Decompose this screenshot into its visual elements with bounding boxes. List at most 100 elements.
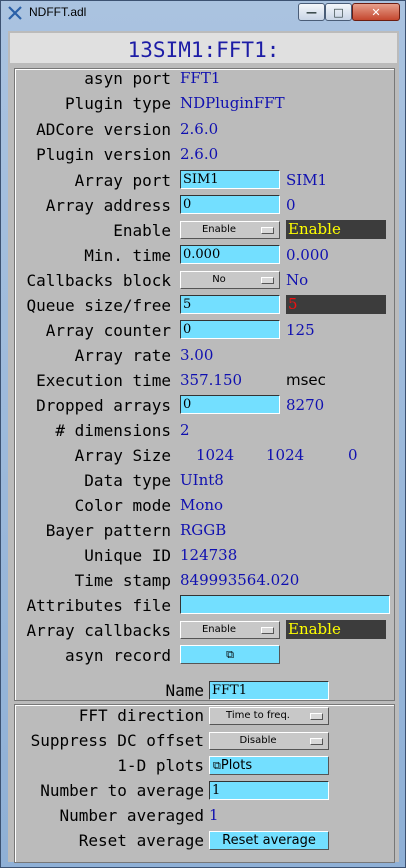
bayer-pattern-label: Bayer pattern: [45, 521, 171, 540]
maximize-button[interactable]: □: [325, 3, 352, 21]
page-title: 13SIM1:FFT1:: [127, 38, 280, 62]
array-callbacks-label: Array callbacks: [26, 621, 172, 640]
adcore-version-value: 2.6.0: [180, 120, 219, 138]
window: NDFFT.adl — □ ✕ 13SIM1:FFT1: asyn port F…: [0, 0, 406, 868]
two-overlapping-squares-icon: ⧉: [226, 648, 234, 661]
array-counter-readback: 125: [286, 321, 315, 339]
array-callbacks-readback: Enable: [286, 620, 386, 639]
plots-button[interactable]: ⧉Plots: [209, 756, 329, 775]
plugin-type-value: NDPluginFFT: [180, 94, 285, 112]
menu-arrow-icon: [310, 738, 323, 745]
minimize-icon: —: [306, 5, 317, 19]
array-port-label: Array port: [74, 171, 171, 190]
queue-free-readback: 5: [286, 295, 386, 314]
suppress-dc-menu-value: Disable: [239, 735, 277, 746]
fft-name-label: Name: [165, 681, 204, 700]
maximize-icon: □: [333, 5, 344, 19]
suppress-dc-label: Suppress DC offset: [30, 731, 204, 750]
menu-arrow-icon: [261, 627, 274, 634]
enable-readback: Enable: [286, 220, 386, 239]
dimensions-value: 2: [180, 421, 190, 439]
num-average-label: Number to average: [40, 781, 204, 800]
array-size-x: 1024: [196, 446, 235, 464]
dropped-arrays-label: Dropped arrays: [36, 396, 171, 415]
min-time-label: Min. time: [84, 246, 171, 265]
execution-time-unit: msec: [286, 371, 326, 389]
array-size-y: 1024: [266, 446, 305, 464]
array-address-label: Array address: [45, 196, 171, 215]
array-size-z: 0: [348, 446, 358, 464]
callbacks-block-label: Callbacks block: [26, 271, 172, 290]
array-size-label: Array Size: [74, 446, 171, 465]
color-mode-value: Mono: [180, 496, 224, 514]
close-button[interactable]: ✕: [352, 3, 400, 21]
data-type-label: Data type: [84, 471, 171, 490]
array-port-readback: SIM1: [286, 171, 328, 189]
color-mode-label: Color mode: [74, 496, 171, 515]
plugin-version-label: Plugin version: [36, 145, 171, 164]
asyn-port-value: FFT1: [180, 69, 221, 87]
num-averaged-value: 1: [209, 806, 219, 824]
dropped-arrays-input[interactable]: 0: [180, 395, 280, 414]
array-rate-label: Array rate: [74, 346, 171, 365]
title-bar[interactable]: NDFFT.adl — □ ✕: [1, 1, 405, 25]
two-overlapping-squares-icon: ⧉: [213, 759, 221, 772]
window-title: NDFFT.adl: [29, 5, 87, 19]
array-address-readback: 0: [286, 196, 296, 214]
suppress-dc-menu[interactable]: Disable: [209, 732, 329, 750]
queue-size-input[interactable]: 5: [180, 295, 280, 314]
execution-time-label: Execution time: [36, 371, 171, 390]
menu-arrow-icon: [261, 227, 274, 234]
fft-name-input[interactable]: FFT1: [209, 681, 329, 700]
close-icon: ✕: [371, 5, 381, 19]
callbacks-block-menu-value: No: [212, 274, 226, 285]
adcore-version-label: ADCore version: [36, 120, 171, 139]
attributes-file-input[interactable]: [180, 595, 390, 614]
plugin-type-label: Plugin type: [65, 94, 171, 113]
asyn-record-button[interactable]: ⧉: [180, 645, 280, 664]
queue-size-label: Queue size/free: [26, 296, 172, 315]
num-averaged-label: Number averaged: [59, 806, 205, 825]
array-address-input[interactable]: 0: [180, 195, 280, 214]
fft-direction-menu[interactable]: Time to freq.: [209, 707, 329, 725]
min-time-input[interactable]: 0.000: [180, 245, 280, 264]
enable-menu-value: Enable: [201, 224, 237, 235]
minimize-button[interactable]: —: [298, 3, 325, 21]
reset-average-button[interactable]: Reset average: [209, 831, 329, 850]
array-counter-input[interactable]: 0: [180, 320, 280, 339]
menu-arrow-icon: [310, 713, 323, 720]
data-type-value: UInt8: [180, 471, 224, 489]
plots-label: 1-D plots: [117, 756, 204, 775]
client-area: 13SIM1:FFT1: asyn port FFT1 Plugin type …: [8, 31, 399, 863]
time-stamp-label: Time stamp: [74, 571, 171, 590]
asyn-port-label: asyn port: [84, 69, 171, 88]
array-rate-value: 3.00: [180, 346, 214, 364]
array-port-input[interactable]: SIM1: [180, 170, 280, 189]
enable-menu[interactable]: Enable: [180, 221, 280, 239]
reset-average-label: Reset average: [78, 831, 204, 850]
callbacks-block-readback: No: [286, 271, 309, 289]
bayer-pattern-value: RGGB: [180, 521, 227, 539]
execution-time-value: 357.150: [180, 371, 243, 389]
unique-id-value: 124738: [180, 546, 238, 564]
attributes-file-label: Attributes file: [26, 596, 172, 615]
menu-arrow-icon: [261, 277, 274, 284]
dropped-arrays-readback: 8270: [286, 396, 325, 414]
plugin-version-value: 2.6.0: [180, 145, 219, 163]
fft-direction-label: FFT direction: [78, 706, 204, 725]
array-counter-label: Array counter: [45, 321, 171, 340]
dimensions-label: # dimensions: [55, 421, 171, 440]
array-callbacks-menu[interactable]: Enable: [180, 621, 280, 639]
min-time-readback: 0.000: [286, 246, 329, 264]
num-average-input[interactable]: 1: [209, 781, 329, 800]
fft-direction-menu-value: Time to freq.: [226, 710, 290, 721]
time-stamp-value: 849993564.020: [180, 571, 300, 589]
plots-button-label: Plots: [220, 758, 253, 773]
header-bar: 13SIM1:FFT1:: [10, 33, 397, 63]
enable-label: Enable: [113, 221, 171, 240]
unique-id-label: Unique ID: [84, 546, 171, 565]
callbacks-block-menu[interactable]: No: [180, 271, 280, 289]
array-callbacks-menu-value: Enable: [201, 624, 237, 635]
app-x-icon: [8, 6, 22, 20]
asyn-record-label: asyn record: [65, 646, 171, 665]
